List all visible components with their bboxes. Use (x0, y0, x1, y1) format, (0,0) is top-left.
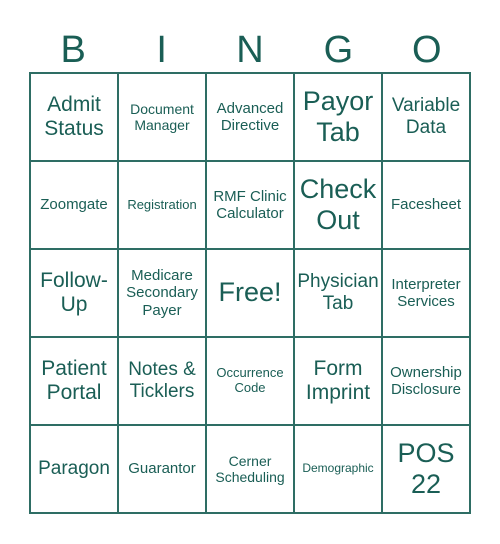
bingo-cell-label: Physician Tab (297, 271, 379, 314)
bingo-cell[interactable]: Demographic (294, 425, 382, 513)
bingo-cell[interactable]: Interpreter Services (382, 249, 470, 337)
bingo-cell-label: Registration (127, 196, 197, 212)
bingo-cell-label: Medicare Secondary Payer (126, 267, 198, 319)
bingo-cell-label: Form Imprint (305, 356, 371, 404)
bingo-cell-label: Occurrence Code (216, 365, 284, 395)
bingo-cell[interactable]: Patient Portal (30, 337, 118, 425)
bingo-cell-label: Demographic (302, 461, 374, 476)
bingo-header: B I N G O (29, 28, 471, 72)
bingo-cell[interactable]: Medicare Secondary Payer (118, 249, 206, 337)
bingo-cell-label: RMF Clinic Calculator (213, 187, 287, 222)
bingo-cell[interactable]: Facesheet (382, 161, 470, 249)
bingo-cell[interactable]: Variable Data (382, 73, 470, 161)
bingo-cell[interactable]: Admit Status (30, 73, 118, 161)
bingo-cell[interactable]: Paragon (30, 425, 118, 513)
bingo-cell-label: Document Manager (130, 100, 194, 133)
bingo-cell-label: Variable Data (391, 95, 461, 138)
bingo-cell-label: Ownership Disclosure (390, 363, 462, 398)
bingo-cell[interactable]: Follow-Up (30, 249, 118, 337)
bingo-cell[interactable]: Occurrence Code (206, 337, 294, 425)
bingo-cell-label: Payor Tab (302, 85, 374, 147)
bingo-cell-label: Check Out (299, 173, 377, 235)
bingo-cell[interactable]: Zoomgate (30, 161, 118, 249)
bingo-cell[interactable]: Registration (118, 161, 206, 249)
bingo-cell[interactable]: RMF Clinic Calculator (206, 161, 294, 249)
bingo-cell-label: Paragon (38, 458, 110, 480)
bingo-cell-label: Free! (218, 277, 282, 308)
bingo-cell-label: Interpreter Services (391, 275, 461, 310)
bingo-cell[interactable]: POS 22 (382, 425, 470, 513)
bingo-cell-label: POS 22 (397, 437, 455, 499)
bingo-cell[interactable]: Ownership Disclosure (382, 337, 470, 425)
bingo-card-grid: Admit Status Document Manager Advanced Dir… (29, 72, 471, 514)
bingo-cell-label: Facesheet (390, 196, 462, 214)
bingo-cell-label: Advanced Directive (216, 99, 284, 134)
bingo-cell-label: Cerner Scheduling (215, 452, 285, 485)
bingo-cell[interactable]: Payor Tab (294, 73, 382, 161)
bingo-cell[interactable]: Check Out (294, 161, 382, 249)
header-letter-n: N (236, 29, 264, 71)
header-letter-o: O (412, 29, 442, 71)
free-space-cell[interactable]: Free! (206, 249, 294, 337)
bingo-cell[interactable]: Advanced Directive (206, 73, 294, 161)
bingo-cell[interactable]: Document Manager (118, 73, 206, 161)
bingo-cell[interactable]: Guarantor (118, 425, 206, 513)
header-letter-b: B (60, 29, 86, 71)
bingo-cell-label: Patient Portal (41, 356, 107, 404)
bingo-cell-label: Zoomgate (40, 196, 108, 214)
bingo-cell[interactable]: Cerner Scheduling (206, 425, 294, 513)
bingo-cell[interactable]: Physician Tab (294, 249, 382, 337)
bingo-cell-label: Notes & Ticklers (128, 359, 196, 402)
bingo-cell-label: Guarantor (128, 460, 196, 478)
bingo-cell-label: Admit Status (44, 92, 104, 140)
bingo-cell[interactable]: Form Imprint (294, 337, 382, 425)
bingo-cell[interactable]: Notes & Ticklers (118, 337, 206, 425)
header-letter-i: I (156, 29, 167, 71)
bingo-cell-label: Follow-Up (40, 268, 108, 316)
header-letter-g: G (323, 29, 354, 71)
